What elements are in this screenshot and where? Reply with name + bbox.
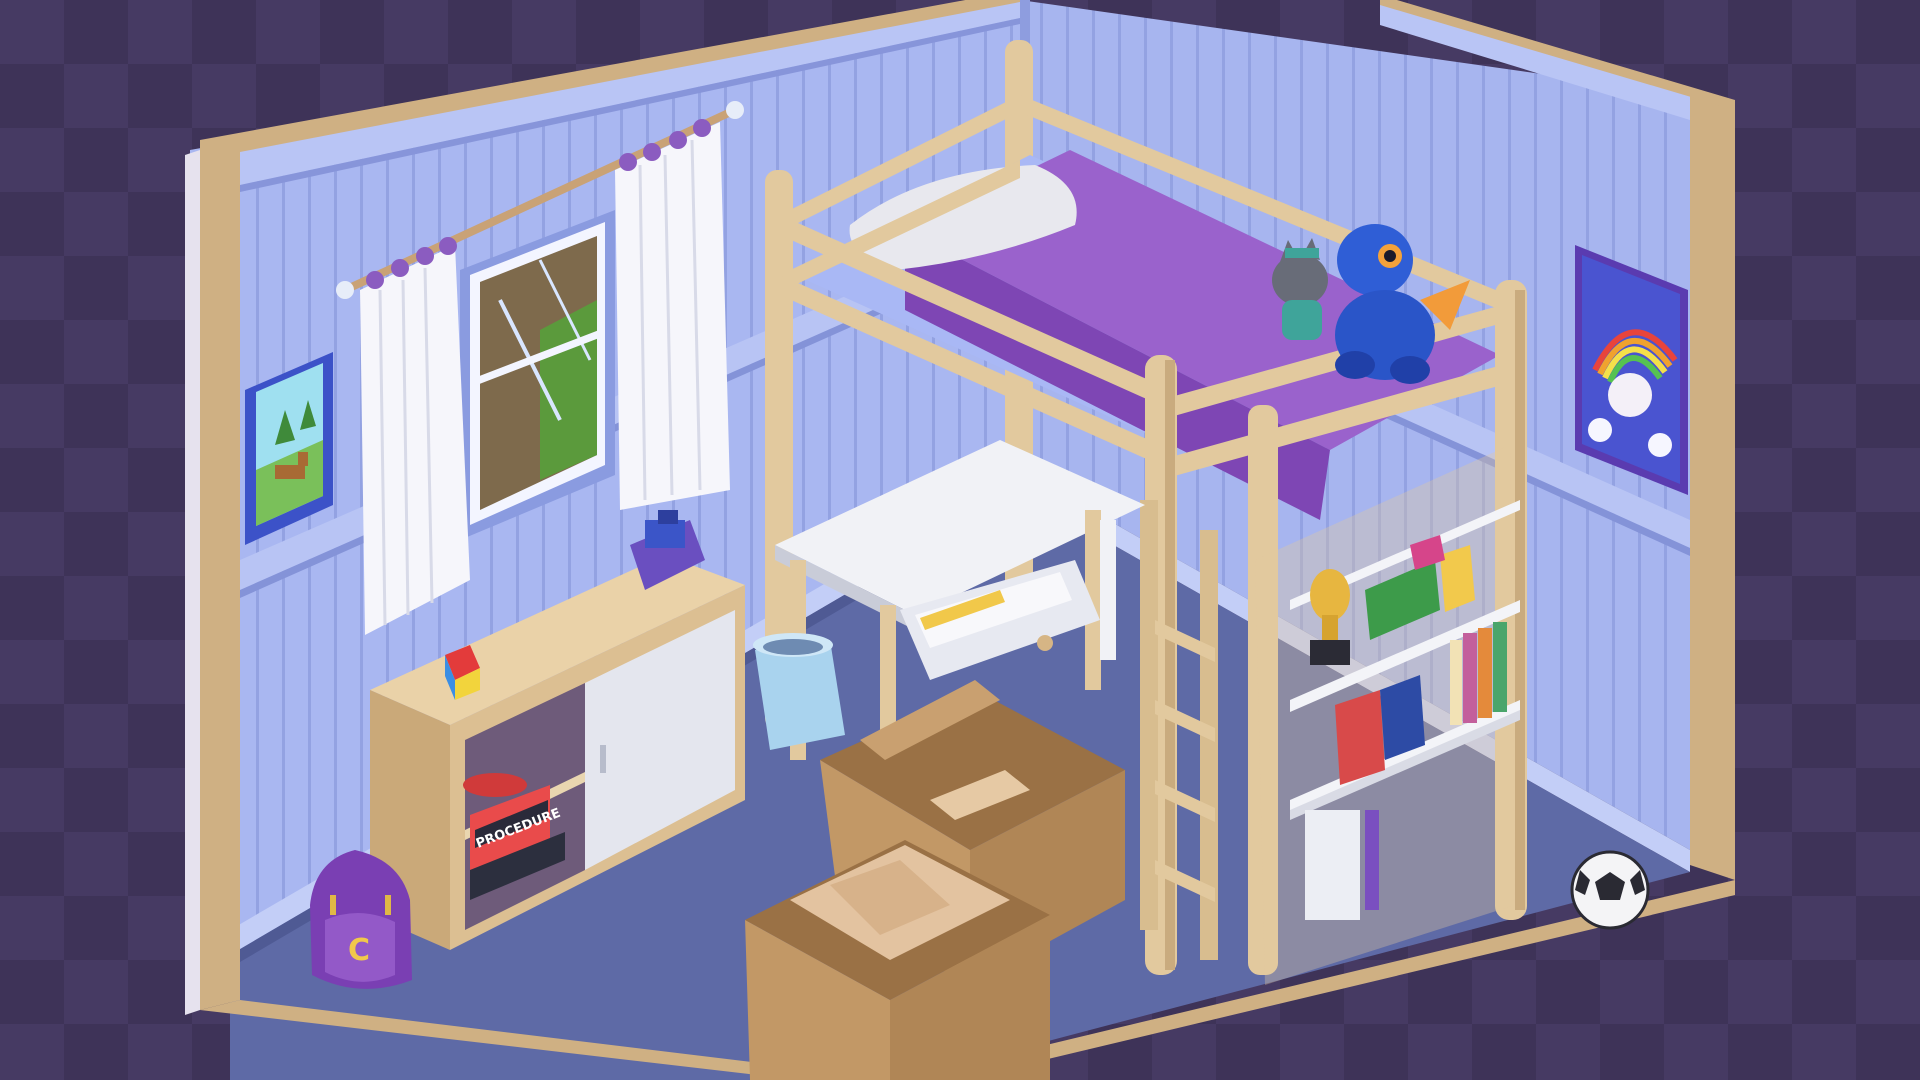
curtain-left[interactable] (360, 237, 470, 635)
room-frame-left (200, 140, 240, 1010)
backpack-emblem: C (348, 933, 370, 968)
curtain-right[interactable] (615, 119, 730, 510)
books-bottom-shelf[interactable] (1305, 810, 1379, 920)
room-frame-right (1690, 95, 1735, 880)
game-scene: PROCEDURE C (0, 0, 1920, 1080)
soccer-ball[interactable] (1570, 850, 1650, 930)
